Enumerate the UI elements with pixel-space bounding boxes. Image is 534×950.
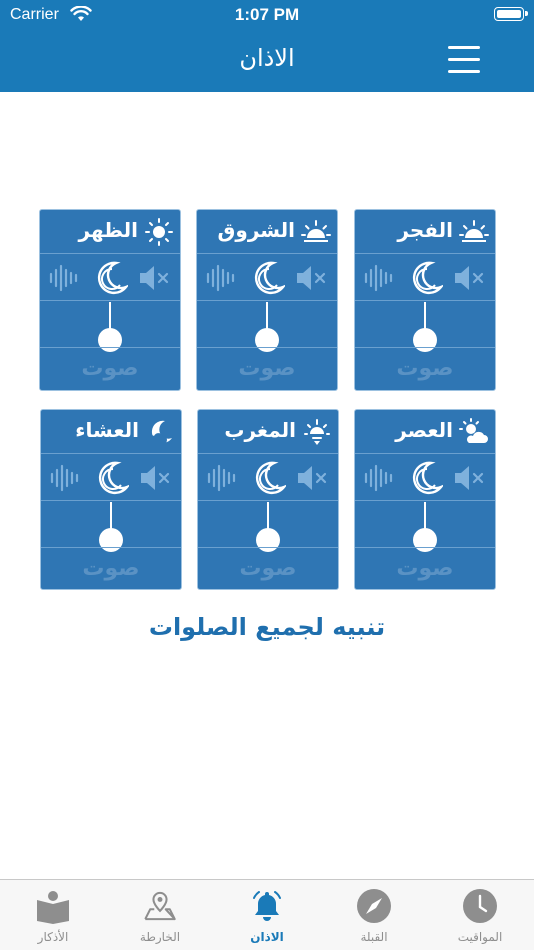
mode-slider[interactable] [41, 502, 181, 552]
silent-moon-icon[interactable] [409, 261, 445, 295]
mode-label: صوت [82, 556, 140, 581]
silent-moon-icon[interactable] [409, 461, 445, 495]
sun-cloud-icon [459, 418, 489, 446]
mode-slider[interactable] [40, 302, 180, 352]
tab-label: الاذان [250, 930, 284, 944]
tab-compass[interactable]: القبلة [321, 880, 427, 950]
alert-mode-selector [40, 255, 180, 301]
tab-bell[interactable]: الاذان [214, 880, 320, 950]
alert-mode-selector [197, 255, 337, 301]
tab-book[interactable]: الأذكار [0, 880, 106, 950]
menu-button[interactable] [446, 44, 482, 76]
slider-handle[interactable] [413, 528, 437, 552]
mode-label: صوت [239, 556, 297, 581]
sound-wave-icon[interactable] [49, 461, 83, 495]
prayer-name: العصر [395, 418, 453, 442]
prayer-card-header: الفجر [355, 210, 495, 254]
mode-slider[interactable] [355, 502, 495, 552]
prayer-card: المغرب صوت [197, 409, 339, 590]
prayer-name: العشاء [75, 418, 139, 442]
nav-bar: الاذان [0, 30, 534, 92]
prayer-card: العصر صوت [354, 409, 496, 590]
slider-handle[interactable] [255, 328, 279, 352]
sound-wave-icon[interactable] [363, 461, 397, 495]
prayer-card-header: المغرب [198, 410, 338, 454]
mute-icon[interactable] [452, 261, 486, 295]
prayer-name: الفجر [397, 218, 453, 242]
alert-mode-selector [198, 455, 338, 501]
silent-moon-icon[interactable] [252, 461, 288, 495]
slider-handle[interactable] [99, 528, 123, 552]
alert-all-prayers-button[interactable]: تنبيه لجميع الصلوات [0, 613, 534, 641]
mode-slider[interactable] [198, 502, 338, 552]
prayer-card: الظهر صوت [39, 209, 181, 391]
tab-clock[interactable]: المواقيت [427, 880, 533, 950]
prayer-card: الشروق صوت [196, 209, 338, 391]
sun-icon [144, 218, 174, 246]
mode-slider[interactable] [197, 302, 337, 352]
mute-icon[interactable] [295, 461, 329, 495]
sunset-icon [302, 418, 332, 446]
mute-icon[interactable] [137, 261, 171, 295]
prayer-card: الفجر صوت [354, 209, 496, 391]
sound-wave-icon[interactable] [206, 461, 240, 495]
mute-icon[interactable] [452, 461, 486, 495]
mute-icon[interactable] [138, 461, 172, 495]
tab-label: الخارطة [139, 930, 181, 944]
prayer-card-header: العصر [355, 410, 495, 454]
mode-label: صوت [81, 356, 139, 381]
slider-handle[interactable] [413, 328, 437, 352]
alert-mode-selector [355, 455, 495, 501]
tab-label: القبلة [360, 930, 388, 944]
prayer-card-header: الظهر [40, 210, 180, 254]
mode-slider[interactable] [355, 302, 495, 352]
sunrise-icon [301, 218, 331, 246]
status-bar: Carrier 1:07 PM [0, 0, 534, 30]
prayer-name: الظهر [78, 218, 139, 242]
prayer-name: الشروق [217, 218, 295, 242]
alert-mode-selector [355, 255, 495, 301]
silent-moon-icon[interactable] [95, 461, 131, 495]
silent-moon-icon[interactable] [251, 261, 287, 295]
alert-mode-selector [41, 455, 181, 501]
mode-label: صوت [396, 356, 454, 381]
prayer-card: العشاء صوت [40, 409, 182, 590]
hamburger-icon [448, 46, 480, 49]
sound-wave-icon[interactable] [205, 261, 239, 295]
prayer-card-header: الشروق [197, 210, 337, 254]
tab-label: الأذكار [37, 930, 69, 944]
prayer-card-header: العشاء [41, 410, 181, 454]
battery-icon [494, 7, 528, 21]
slider-handle[interactable] [256, 528, 280, 552]
mute-icon[interactable] [294, 261, 328, 295]
mode-label: صوت [238, 356, 296, 381]
tab-bar: المواقيت القبلة الاذان الخارطة الأذكار [0, 879, 534, 950]
slider-handle[interactable] [98, 328, 122, 352]
sunrise-icon [459, 218, 489, 246]
tab-map[interactable]: الخارطة [107, 880, 213, 950]
silent-moon-icon[interactable] [94, 261, 130, 295]
sound-wave-icon[interactable] [48, 261, 82, 295]
mode-label: صوت [396, 556, 454, 581]
moon-cloud-icon [145, 418, 175, 446]
sound-wave-icon[interactable] [363, 261, 397, 295]
prayer-name: المغرب [224, 418, 296, 442]
clock-time: 1:07 PM [234, 5, 300, 24]
tab-label: المواقيت [457, 930, 503, 944]
